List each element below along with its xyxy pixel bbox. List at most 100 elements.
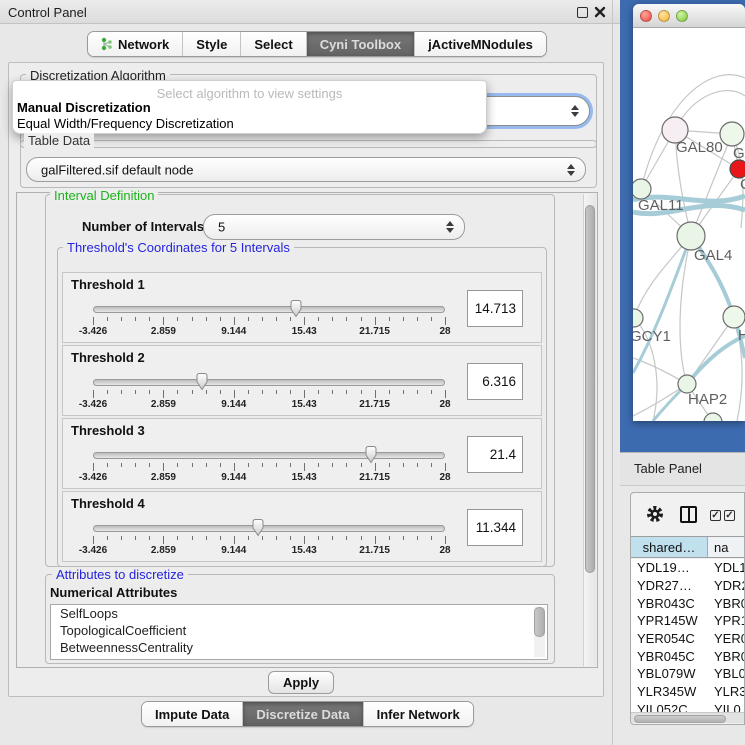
network-node[interactable] xyxy=(720,122,744,146)
table-row[interactable]: YDL19…YDL1 xyxy=(631,559,745,577)
column-header-name[interactable]: na xyxy=(708,537,745,557)
table-row[interactable]: YBR045CYBR0 xyxy=(631,647,745,665)
minimize-window-icon[interactable] xyxy=(658,10,670,22)
tab-discretize-data[interactable]: Discretize Data xyxy=(243,702,363,726)
threshold-card: Threshold 3-3.4262.8599.14415.4321.71528… xyxy=(62,418,542,489)
network-view-window[interactable]: GAL80GACGAL11GAL4GCY1HHAP2 xyxy=(633,4,745,421)
tick-mark xyxy=(445,390,446,398)
network-edge[interactable] xyxy=(634,236,691,318)
cell-shared-name: YBR043C xyxy=(631,596,708,611)
float-panel-icon[interactable] xyxy=(577,7,588,18)
table-hscrollbar-thumb[interactable] xyxy=(634,715,726,723)
algorithm-option[interactable]: Manual Discretization xyxy=(17,100,151,115)
network-canvas[interactable]: GAL80GACGAL11GAL4GCY1HHAP2 xyxy=(633,28,745,421)
tick-mark xyxy=(361,536,362,540)
threshold-label: Threshold 3 xyxy=(71,423,145,438)
slider-scale-labels: -3.4262.8599.14415.4321.71528 xyxy=(93,472,445,484)
tick-mark xyxy=(248,463,249,467)
threshold-slider-thumb[interactable] xyxy=(250,518,266,538)
zoom-window-icon[interactable] xyxy=(676,10,688,22)
threshold-value-field[interactable]: 6.316 xyxy=(467,363,523,400)
close-window-icon[interactable] xyxy=(640,10,652,22)
network-node[interactable] xyxy=(633,309,643,327)
attribute-list-item[interactable]: TopologicalCoefficient xyxy=(51,622,547,639)
tick-mark xyxy=(93,317,94,325)
apply-button[interactable]: Apply xyxy=(268,671,334,694)
tick-mark xyxy=(234,317,235,325)
tick-mark xyxy=(346,536,347,540)
table-body: YDL19…YDL1YDR27…YDR2YBR043CYBR0YPR145WYP… xyxy=(631,559,745,713)
close-icon[interactable] xyxy=(594,6,606,18)
table-row[interactable]: YPR145WYPR1 xyxy=(631,612,745,630)
combo-arrows-icon xyxy=(446,221,454,233)
settings-gear-icon[interactable] xyxy=(645,504,665,524)
table-data-select[interactable]: galFiltered.sif default node xyxy=(26,157,586,182)
tick-mark xyxy=(163,463,164,471)
tab-style[interactable]: Style xyxy=(183,32,241,56)
tab-label: Style xyxy=(196,37,227,52)
tab-cyni-toolbox[interactable]: Cyni Toolbox xyxy=(307,32,415,56)
table-row[interactable]: YER054CYER0 xyxy=(631,630,745,648)
table-row[interactable]: YBR043CYBR0 xyxy=(631,594,745,612)
numerical-attributes-list[interactable]: SelfLoopsTopologicalCoefficientBetweenne… xyxy=(50,604,548,660)
threshold-slider-thumb[interactable] xyxy=(194,372,210,392)
threshold-value-field[interactable]: 11.344 xyxy=(467,509,523,546)
scale-label: 2.859 xyxy=(151,472,176,483)
slider-scale-labels: -3.4262.8599.14415.4321.71528 xyxy=(93,545,445,557)
tab-network[interactable]: Network xyxy=(88,32,183,56)
tab-jactivemnodules[interactable]: jActiveMNodules xyxy=(415,32,546,56)
number-of-intervals-select[interactable]: 5 xyxy=(203,214,465,240)
checkbox-icon[interactable]: ✓ xyxy=(710,510,721,521)
threshold-slider-track[interactable] xyxy=(93,525,445,532)
cell-name: YBR0 xyxy=(708,649,745,664)
scale-label: -3.426 xyxy=(79,399,107,410)
table-row[interactable]: YBL079WYBL0 xyxy=(631,665,745,683)
tab-impute-data[interactable]: Impute Data xyxy=(142,702,243,726)
network-node[interactable] xyxy=(723,306,745,328)
tab-select[interactable]: Select xyxy=(241,32,306,56)
table-row[interactable]: YLR345WYLR3 xyxy=(631,683,745,701)
tick-mark xyxy=(403,536,404,540)
tick-mark xyxy=(403,463,404,467)
tab-infer-network[interactable]: Infer Network xyxy=(364,702,473,726)
tick-mark xyxy=(332,317,333,321)
network-node[interactable] xyxy=(633,179,651,199)
scale-label: 2.859 xyxy=(151,545,176,556)
scale-label: 28 xyxy=(439,472,450,483)
tick-mark xyxy=(445,536,446,544)
split-panel-icon[interactable] xyxy=(680,506,697,523)
cell-shared-name: YDR27… xyxy=(631,578,708,593)
tick-mark xyxy=(163,536,164,544)
attribute-list-item[interactable]: SelfLoops xyxy=(51,605,547,622)
scale-label: 21.715 xyxy=(359,399,390,410)
threshold-slider-track[interactable] xyxy=(93,379,445,386)
list-scrollbar-track[interactable] xyxy=(534,607,545,657)
threshold-value-field[interactable]: 14.713 xyxy=(467,290,523,327)
threshold-value-field[interactable]: 21.4 xyxy=(467,436,523,473)
table-row[interactable]: YDR27…YDR2 xyxy=(631,577,745,595)
tick-mark xyxy=(262,463,263,467)
checkbox-icon[interactable]: ✓ xyxy=(724,510,735,521)
column-header-shared-name[interactable]: shared… xyxy=(631,537,708,557)
network-node[interactable] xyxy=(704,413,722,421)
list-scrollbar-thumb[interactable] xyxy=(534,607,545,637)
network-node[interactable] xyxy=(677,222,705,250)
threshold-slider-track[interactable] xyxy=(93,452,445,459)
panel-divider[interactable] xyxy=(612,0,613,745)
threshold-slider-track[interactable] xyxy=(93,306,445,313)
threshold-slider-thumb[interactable] xyxy=(363,445,379,465)
cell-name: YDL1 xyxy=(708,560,745,575)
scale-label: 9.144 xyxy=(221,472,246,483)
threshold-slider-thumb[interactable] xyxy=(288,299,304,319)
scale-label: 9.144 xyxy=(221,399,246,410)
settings-scrollbar-thumb[interactable] xyxy=(585,205,595,573)
tick-mark xyxy=(290,390,291,394)
algorithm-popup: Select algorithm to view settings Manual… xyxy=(12,80,487,134)
table-hscrollbar-track[interactable] xyxy=(631,712,745,723)
network-window-titlebar[interactable] xyxy=(633,4,745,28)
attribute-list-item[interactable]: BetweennessCentrality xyxy=(51,639,547,656)
algorithm-option[interactable]: Equal Width/Frequency Discretization xyxy=(17,116,234,131)
network-edge[interactable] xyxy=(633,236,691,373)
tick-mark xyxy=(177,463,178,467)
tick-mark xyxy=(318,463,319,467)
